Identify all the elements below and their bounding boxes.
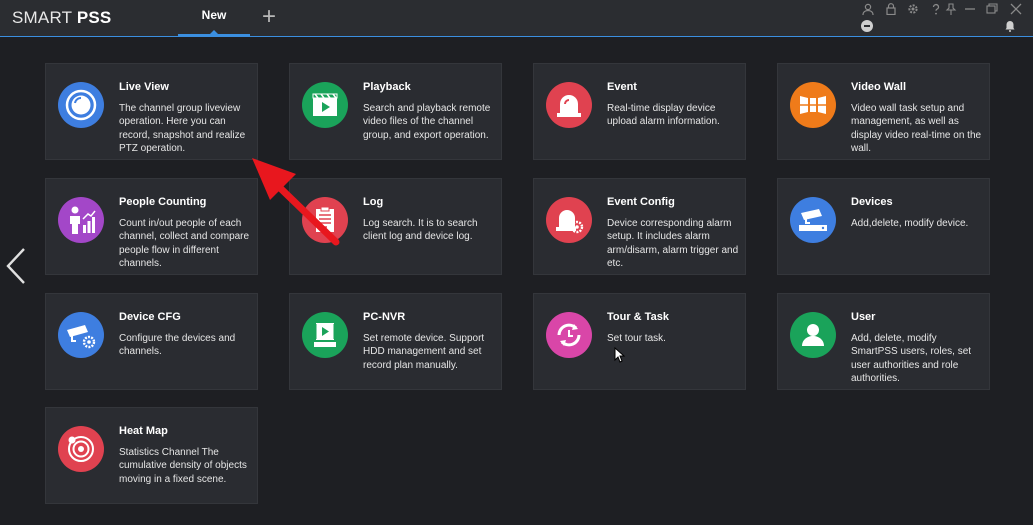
card-title: PC-NVR bbox=[363, 311, 406, 323]
card-title: Event Config bbox=[607, 196, 675, 208]
previous-page-icon[interactable] bbox=[4, 247, 28, 285]
card-title: People Counting bbox=[119, 196, 207, 208]
devices-icon bbox=[790, 197, 836, 243]
card-title: Devices bbox=[851, 196, 893, 208]
tour-task-icon bbox=[546, 312, 592, 358]
maximize-icon[interactable] bbox=[985, 3, 999, 15]
device-cfg-icon bbox=[58, 312, 104, 358]
pc-nvr-icon bbox=[302, 312, 348, 358]
playback-icon bbox=[302, 82, 348, 128]
app-logo: SMART PSS bbox=[12, 8, 112, 27]
status-badge-icon[interactable] bbox=[861, 20, 873, 32]
card-description: Add, delete, modify SmartPSS users, role… bbox=[851, 333, 972, 385]
people-counting-icon bbox=[58, 197, 104, 243]
card-title: Event bbox=[607, 81, 637, 93]
event-config-icon bbox=[546, 197, 592, 243]
card-title: User bbox=[851, 311, 876, 323]
pin-icon[interactable] bbox=[944, 3, 958, 15]
card-heat-map[interactable]: Heat Map Statistics Channel The cumulati… bbox=[45, 407, 258, 504]
card-user[interactable]: User Add, delete, modify SmartPSS users,… bbox=[777, 293, 990, 390]
card-description: Set tour task. bbox=[607, 333, 666, 344]
user-icon bbox=[790, 312, 836, 358]
card-title: Video Wall bbox=[851, 81, 907, 93]
tab-caret-icon bbox=[210, 30, 218, 34]
card-description: Video wall task setup and management, as… bbox=[851, 103, 982, 155]
user-account-icon[interactable] bbox=[861, 3, 875, 15]
card-description: Add,delete, modify device. bbox=[851, 218, 969, 229]
card-video-wall[interactable]: Video Wall Video wall task setup and man… bbox=[777, 63, 990, 160]
card-people-counting[interactable]: People Counting Count in/out people of e… bbox=[45, 178, 258, 275]
live-view-icon bbox=[58, 82, 104, 128]
alarm-light-icon bbox=[546, 82, 592, 128]
lock-icon[interactable] bbox=[884, 3, 898, 15]
card-description: The channel group liveview operation. He… bbox=[119, 103, 246, 155]
annotation-arrow-icon bbox=[252, 158, 340, 246]
card-description: Real-time display device upload alarm in… bbox=[607, 103, 720, 128]
card-pc-nvr[interactable]: PC-NVR Set remote device. Support HDD ma… bbox=[289, 293, 502, 390]
add-tab-button[interactable]: + bbox=[262, 3, 276, 31]
card-description: Statistics Channel The cumulative densit… bbox=[119, 447, 247, 485]
mouse-cursor-icon bbox=[614, 347, 626, 363]
minimize-icon[interactable] bbox=[963, 3, 977, 15]
card-event[interactable]: Event Real-time display device upload al… bbox=[533, 63, 746, 160]
video-wall-icon bbox=[790, 82, 836, 128]
card-title: Tour & Task bbox=[607, 311, 669, 323]
card-description: Configure the devices and channels. bbox=[119, 333, 236, 358]
card-title: Heat Map bbox=[119, 425, 168, 437]
tab-new[interactable]: New bbox=[178, 0, 250, 36]
card-description: Count in/out people of each channel, col… bbox=[119, 218, 250, 270]
close-icon[interactable] bbox=[1009, 3, 1023, 15]
title-bar: SMART PSS New + bbox=[0, 0, 1033, 37]
card-device-cfg[interactable]: Device CFG Configure the devices and cha… bbox=[45, 293, 258, 390]
tab-new-label: New bbox=[201, 8, 227, 22]
card-tour-task[interactable]: Tour & Task Set tour task. bbox=[533, 293, 746, 390]
heat-map-icon bbox=[58, 426, 104, 472]
card-title: Live View bbox=[119, 81, 169, 93]
gear-icon[interactable] bbox=[906, 3, 920, 15]
card-playback[interactable]: Playback Search and playback remote vide… bbox=[289, 63, 502, 160]
card-event-config[interactable]: Event Config Device corresponding alarm … bbox=[533, 178, 746, 275]
card-description: Log search. It is to search client log a… bbox=[363, 218, 478, 243]
tab-active-indicator bbox=[178, 34, 250, 36]
card-title: Log bbox=[363, 196, 384, 208]
help-icon[interactable] bbox=[929, 3, 943, 15]
card-description: Set remote device. Support HDD managemen… bbox=[363, 333, 485, 371]
bell-icon[interactable] bbox=[1004, 20, 1016, 32]
card-description: Device corresponding alarm setup. It inc… bbox=[607, 218, 739, 270]
card-live-view[interactable]: Live View The channel group liveview ope… bbox=[45, 63, 258, 160]
card-description: Search and playback remote video files o… bbox=[363, 103, 491, 141]
card-devices[interactable]: Devices Add,delete, modify device. bbox=[777, 178, 990, 275]
card-title: Playback bbox=[363, 81, 411, 93]
card-title: Device CFG bbox=[119, 311, 181, 323]
